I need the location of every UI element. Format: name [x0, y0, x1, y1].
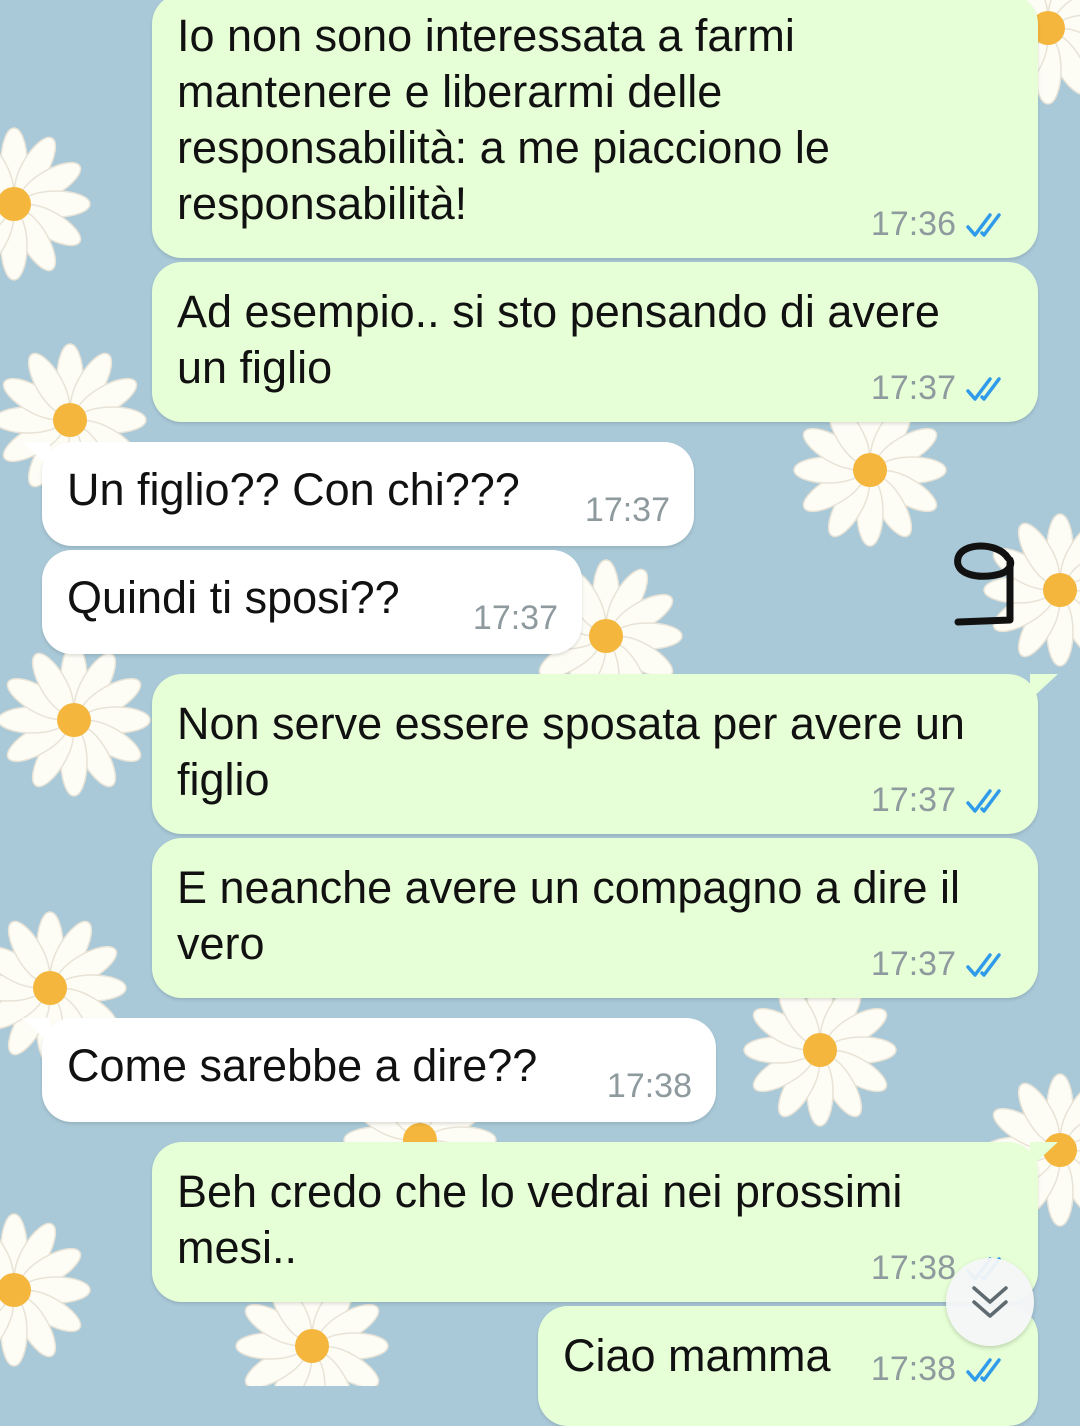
message-bubble-incoming[interactable]: Come sarebbe a dire?? 17:38 [22, 1018, 716, 1122]
message-time: 17:37 [870, 781, 956, 819]
message-time: 17:37 [870, 369, 956, 407]
message-time: 17:38 [870, 1249, 956, 1287]
message-meta: 17:38 [607, 1067, 692, 1106]
message-text: Beh credo che lo vedrai nei prossimi mes… [177, 1166, 903, 1273]
message-time: 17:36 [870, 205, 956, 243]
message-bubble-outgoing[interactable]: Non serve essere sposata per avere un fi… [152, 674, 1058, 834]
message-meta: 17:37 [871, 369, 1010, 408]
double-check-icon [966, 952, 1001, 977]
message-bubble-incoming[interactable]: Quindi ti sposi?? 17:37 [42, 550, 582, 654]
message-bubble-outgoing[interactable]: Io non sono interessata a farmi mantener… [152, 0, 1038, 258]
message-bubble-incoming[interactable]: Un figlio?? Con chi??? 17:37 [22, 442, 694, 546]
double-check-icon [966, 376, 1001, 401]
message-time: 17:37 [870, 945, 956, 983]
message-meta: 17:38 [871, 1350, 1010, 1389]
message-bubble-outgoing[interactable]: Beh credo che lo vedrai nei prossimi mes… [152, 1142, 1058, 1302]
double-check-icon [966, 1357, 1001, 1382]
message-text: Quindi ti sposi?? [67, 572, 400, 623]
message-time: 17:38 [870, 1350, 956, 1388]
message-text: Un figlio?? Con chi??? [67, 464, 520, 515]
message-meta: 17:37 [473, 599, 558, 638]
chevron-down-double-icon [972, 1286, 1008, 1318]
message-text: Io non sono interessata a farmi mantener… [177, 10, 830, 229]
message-time: 17:37 [472, 599, 558, 637]
message-bubble-outgoing[interactable]: E neanche avere un compagno a dire il ve… [152, 838, 1038, 998]
message-meta: 17:37 [871, 945, 1010, 984]
message-meta: 17:36 [871, 205, 1010, 244]
handwritten-number-annotation [954, 542, 1015, 626]
message-text: Non serve essere sposata per avere un fi… [177, 698, 965, 805]
message-bubble-outgoing[interactable]: Ad esempio.. si sto pensando di avere un… [152, 262, 1038, 422]
message-text: Come sarebbe a dire?? [67, 1040, 538, 1091]
double-check-icon [966, 212, 1001, 237]
message-time: 17:37 [584, 491, 670, 529]
message-meta: 17:37 [871, 781, 1010, 820]
message-text: Ad esempio.. si sto pensando di avere un… [177, 286, 940, 393]
message-meta: 17:37 [585, 491, 670, 530]
message-time: 17:38 [606, 1067, 692, 1105]
double-check-icon [966, 788, 1001, 813]
message-text: E neanche avere un compagno a dire il ve… [177, 862, 961, 969]
message-text: Ciao mamma [563, 1330, 831, 1381]
scroll-to-bottom-button[interactable] [946, 1258, 1034, 1346]
